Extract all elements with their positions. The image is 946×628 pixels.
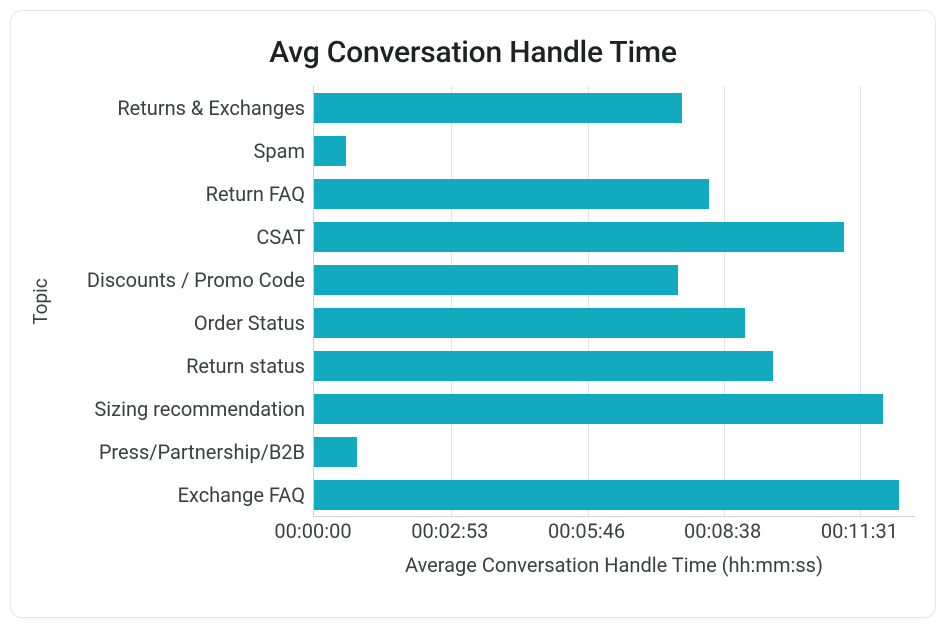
y-tick-label: Sizing recommendation [94,397,305,421]
x-axis-title: Average Conversation Handle Time (hh:mm:… [313,553,915,577]
y-axis-title: Topic [29,278,52,325]
x-tick-label: 00:02:53 [411,519,488,543]
x-tick-label: 00:00:00 [274,519,351,543]
plot-area [313,86,915,517]
bar [314,179,709,209]
chart-title: Avg Conversation Handle Time [31,35,915,70]
x-tick-label: 00:11:31 [821,519,898,543]
gridline [860,86,861,516]
y-tick-label: Returns & Exchanges [117,96,305,120]
y-tick-label: Spam [253,139,305,163]
x-tick-label: 00:05:46 [548,519,625,543]
gridline [588,86,589,516]
gridline [451,86,452,516]
y-tick-label: CSAT [256,225,305,249]
bar [314,93,682,123]
bar [314,351,773,381]
bar [314,265,678,295]
y-tick-label: Order Status [194,311,305,335]
chart-card: Avg Conversation Handle Time Topic Retur… [10,10,936,618]
y-tick-label: Discounts / Promo Code [87,268,305,292]
y-axis-title-wrap: Topic [25,86,55,517]
y-axis-labels: Returns & Exchanges Spam Return FAQ CSAT Dis… [61,86,311,517]
chart-zone: Topic Returns & Exchanges Spam Return FAQ C… [31,86,915,597]
bar [314,437,357,467]
x-axis: Average Conversation Handle Time (hh:mm:… [313,517,915,597]
y-tick-label: Return status [186,354,305,378]
bar [314,222,844,252]
bar [314,308,745,338]
y-tick-label: Press/Partnership/B2B [99,440,305,464]
gridline [724,86,725,516]
bar [314,136,346,166]
y-tick-label: Return FAQ [206,182,305,206]
x-tick-label: 00:08:38 [684,519,761,543]
bar [314,480,899,510]
y-tick-label: Exchange FAQ [178,483,305,507]
bar [314,394,883,424]
